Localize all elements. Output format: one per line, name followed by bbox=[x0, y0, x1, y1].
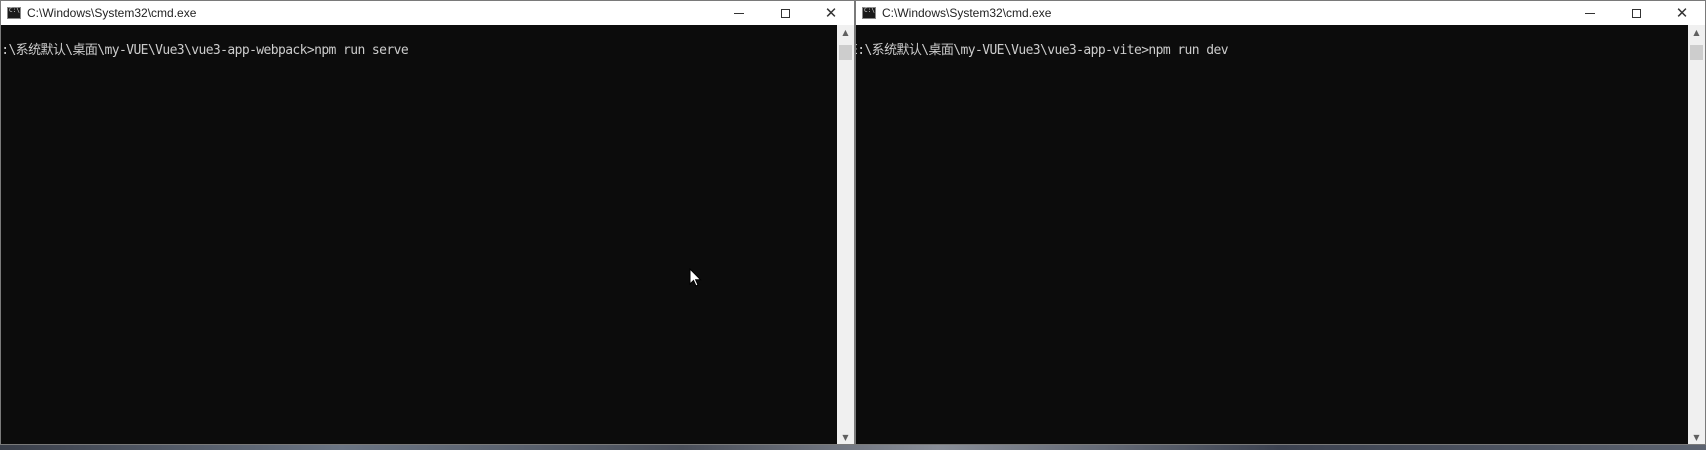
console-output[interactable]: E:\系统默认\桌面\my-VUE\Vue3\vue3-app-webpack>… bbox=[1, 25, 837, 444]
cmd-icon[interactable] bbox=[7, 7, 21, 19]
close-button[interactable]: ✕ bbox=[1659, 1, 1705, 25]
title-bar[interactable]: C:\Windows\System32\cmd.exe ✕ bbox=[1, 1, 854, 25]
scroll-up-icon[interactable]: ▲ bbox=[1688, 25, 1705, 39]
window-title: C:\Windows\System32\cmd.exe bbox=[882, 6, 1052, 20]
cmd-icon[interactable] bbox=[862, 7, 876, 19]
minimize-button[interactable] bbox=[716, 1, 762, 25]
close-button[interactable]: ✕ bbox=[808, 1, 854, 25]
close-icon: ✕ bbox=[1675, 4, 1689, 22]
title-bar[interactable]: C:\Windows\System32\cmd.exe ✕ bbox=[856, 1, 1705, 25]
scroll-down-icon[interactable]: ▼ bbox=[837, 430, 854, 444]
maximize-button[interactable] bbox=[1613, 1, 1659, 25]
vertical-scrollbar[interactable]: ▲ ▼ bbox=[837, 25, 854, 444]
command-line: E:\系统默认\桌面\my-VUE\Vue3\vue3-app-vite>npm… bbox=[856, 43, 1229, 58]
cmd-window-vite[interactable]: C:\Windows\System32\cmd.exe ✕ E:\系统默认\桌面… bbox=[855, 0, 1706, 445]
minimize-icon bbox=[734, 12, 744, 14]
maximize-icon bbox=[1631, 8, 1641, 18]
maximize-icon bbox=[780, 8, 790, 18]
scroll-up-icon[interactable]: ▲ bbox=[837, 25, 854, 39]
cmd-window-webpack[interactable]: C:\Windows\System32\cmd.exe ✕ E:\系统默认\桌面… bbox=[0, 0, 855, 445]
close-icon: ✕ bbox=[824, 4, 838, 22]
vertical-scrollbar[interactable]: ▲ ▼ bbox=[1688, 25, 1705, 444]
window-title: C:\Windows\System32\cmd.exe bbox=[27, 6, 197, 20]
console-output[interactable]: E:\系统默认\桌面\my-VUE\Vue3\vue3-app-vite>npm… bbox=[856, 25, 1688, 444]
command-line: E:\系统默认\桌面\my-VUE\Vue3\vue3-app-webpack>… bbox=[1, 43, 409, 58]
scroll-thumb[interactable] bbox=[839, 45, 852, 60]
scroll-thumb[interactable] bbox=[1690, 45, 1703, 60]
minimize-button[interactable] bbox=[1567, 1, 1613, 25]
window-controls: ✕ bbox=[716, 1, 854, 25]
minimize-icon bbox=[1585, 12, 1595, 14]
scroll-down-icon[interactable]: ▼ bbox=[1688, 430, 1705, 444]
mouse-pointer-icon bbox=[689, 268, 702, 287]
maximize-button[interactable] bbox=[762, 1, 808, 25]
window-controls: ✕ bbox=[1567, 1, 1705, 25]
